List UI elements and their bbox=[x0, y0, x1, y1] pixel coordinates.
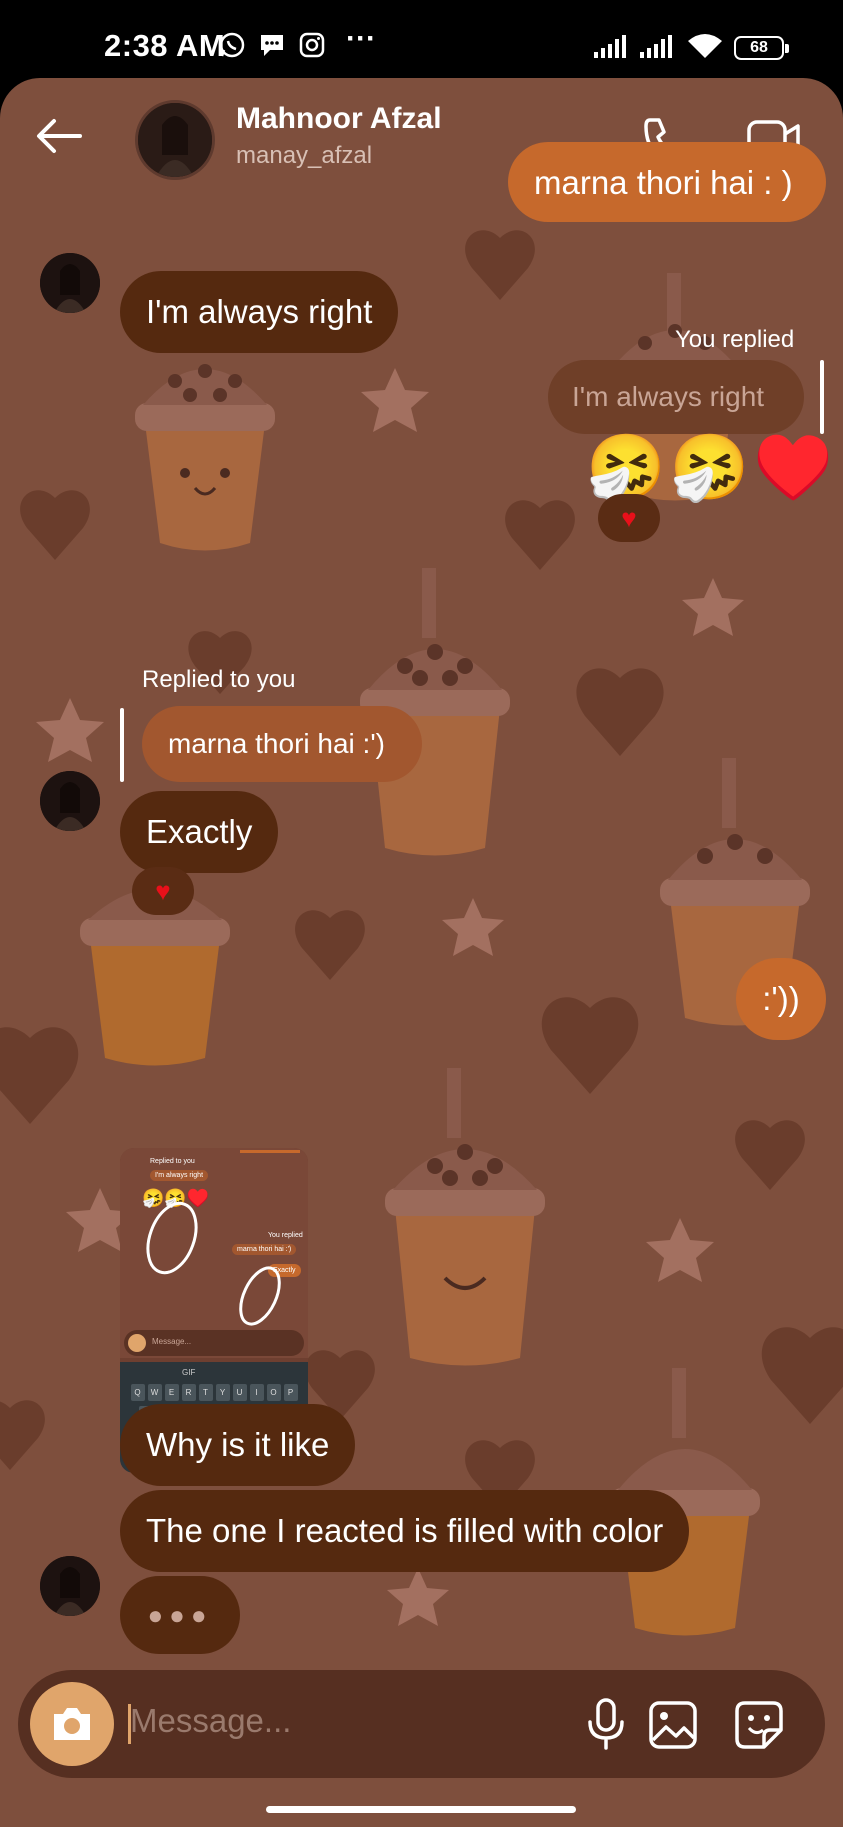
message-incoming[interactable]: The one I reacted is filled with color bbox=[120, 1490, 690, 1572]
camera-button[interactable] bbox=[30, 1682, 114, 1766]
message-outgoing[interactable]: marna thori hai : ) bbox=[508, 142, 826, 222]
keyboard-key: T bbox=[198, 1384, 213, 1401]
camera-icon bbox=[54, 1708, 90, 1740]
battery-icon: 68 bbox=[734, 36, 789, 60]
quoted-message[interactable]: I'm always right bbox=[548, 360, 804, 434]
quoted-text: marna thori hai :') bbox=[168, 728, 385, 759]
contact-name[interactable]: Mahnoor Afzal bbox=[236, 102, 442, 136]
message-text: Exactly bbox=[146, 813, 253, 850]
message-text: marna thori hai : ) bbox=[534, 164, 793, 201]
signal-icon bbox=[594, 35, 626, 58]
status-time: 2:38 AM bbox=[104, 28, 226, 63]
chat-screen: Mahnoor Afzal manay_afzal marna thori ha… bbox=[0, 78, 843, 1827]
gallery-icon[interactable] bbox=[648, 1700, 698, 1750]
signal-icon bbox=[640, 35, 672, 58]
status-bar: 2:38 AM ··· 68 bbox=[0, 0, 843, 80]
replied-to-you-label: Replied to you bbox=[142, 666, 296, 693]
keyboard-key: R bbox=[181, 1384, 196, 1401]
home-indicator[interactable] bbox=[266, 1806, 576, 1813]
keyboard-key: Q bbox=[130, 1384, 145, 1401]
message-incoming[interactable]: I'm always right bbox=[120, 271, 399, 353]
sender-avatar[interactable] bbox=[40, 1556, 100, 1616]
contact-handle: manay_afzal bbox=[236, 142, 373, 169]
sender-avatar[interactable] bbox=[40, 771, 100, 831]
message-outgoing[interactable]: :')) bbox=[736, 958, 826, 1040]
sender-avatar[interactable] bbox=[40, 253, 100, 313]
contact-avatar[interactable] bbox=[135, 100, 215, 180]
instagram-icon bbox=[299, 32, 325, 58]
wifi-icon bbox=[688, 34, 722, 58]
chat-icon bbox=[261, 35, 283, 56]
message-incoming[interactable]: Why is it like bbox=[120, 1404, 356, 1486]
sticker-icon[interactable] bbox=[734, 1700, 784, 1750]
keyboard-key: O bbox=[266, 1384, 281, 1401]
microphone-icon[interactable] bbox=[586, 1698, 626, 1750]
you-replied-label: You replied bbox=[675, 326, 795, 353]
reply-indicator-line bbox=[120, 708, 124, 782]
message-text: Why is it like bbox=[146, 1426, 330, 1463]
message-text: The one I reacted is filled with color bbox=[146, 1512, 664, 1549]
reaction-heart[interactable]: ♥ bbox=[598, 494, 660, 542]
back-arrow-icon[interactable] bbox=[34, 116, 84, 156]
message-text: :')) bbox=[762, 980, 800, 1017]
message-incoming[interactable]: Exactly bbox=[120, 791, 279, 873]
more-notifications: ··· bbox=[346, 22, 376, 55]
message-composer: Message... bbox=[18, 1670, 825, 1778]
keyboard-key: U bbox=[232, 1384, 247, 1401]
reaction-heart[interactable]: ♥ bbox=[132, 867, 194, 915]
keyboard-key: W bbox=[147, 1384, 162, 1401]
message-input[interactable]: Message... bbox=[130, 1702, 291, 1740]
message-text: I'm always right bbox=[146, 293, 373, 330]
quoted-text: I'm always right bbox=[572, 381, 765, 412]
typing-indicator: ●●● bbox=[120, 1576, 240, 1654]
whatsapp-icon bbox=[219, 32, 245, 58]
keyboard-key: I bbox=[249, 1384, 264, 1401]
reply-indicator-line bbox=[820, 360, 824, 434]
keyboard-key: E bbox=[164, 1384, 179, 1401]
keyboard-key: P bbox=[283, 1384, 298, 1401]
keyboard-key: Y bbox=[215, 1384, 230, 1401]
quoted-message[interactable]: marna thori hai :') bbox=[142, 706, 422, 782]
